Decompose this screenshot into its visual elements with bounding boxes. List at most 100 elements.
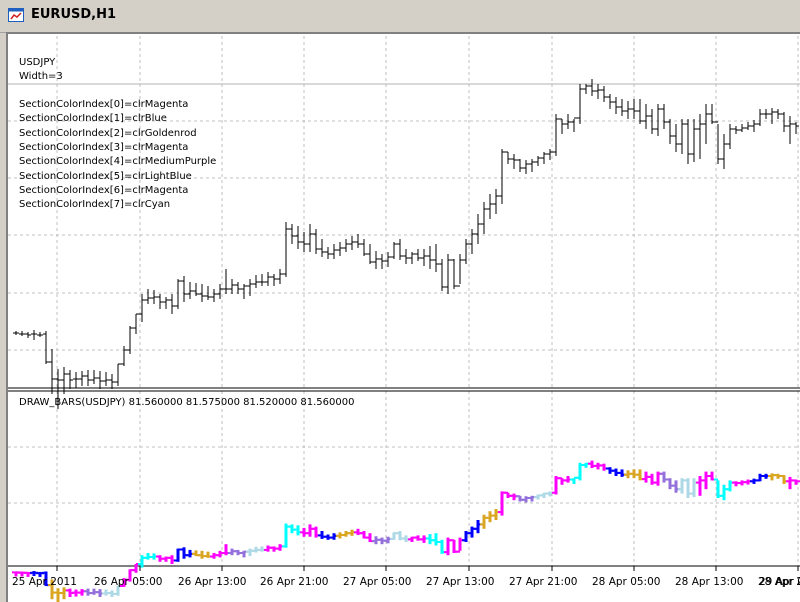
- color-bar: [198, 550, 206, 559]
- price-bar: [607, 94, 613, 109]
- price-bar: [373, 251, 379, 269]
- color-bar: [720, 484, 728, 501]
- price-bar: [211, 289, 217, 302]
- color-bar: [60, 587, 68, 600]
- price-bar: [361, 239, 367, 256]
- chart-area[interactable]: 25 Apr 2011 26 Apr 05:00 26 Apr 13:00 26 Ap…: [6, 32, 800, 602]
- price-bar: [709, 104, 715, 124]
- color-bar: [498, 491, 506, 516]
- price-bar: [61, 367, 67, 394]
- price-bar: [175, 279, 181, 309]
- color-bar: [276, 544, 284, 551]
- time-label-3: 26 Apr 21:00: [260, 576, 328, 588]
- price-bar: [673, 124, 679, 152]
- time-label-6: 27 Apr 21:00: [509, 576, 577, 588]
- section-color-7: SectionColorIndex[7]=clrCyan: [19, 199, 171, 211]
- price-bar: [109, 374, 115, 389]
- indicator-header: DRAW_BARS(USDJPY) 81.560000 81.575000 81…: [19, 397, 355, 408]
- color-bar: [600, 463, 608, 471]
- price-bar: [103, 372, 109, 386]
- price-bar: [577, 84, 583, 124]
- price-bar: [409, 252, 415, 264]
- time-label-1: 26 Apr 05:00: [94, 576, 162, 588]
- price-bar: [37, 332, 43, 337]
- price-bar: [541, 152, 547, 164]
- section-color-4: SectionColorIndex[4]=clrMediumPurple: [19, 156, 217, 168]
- color-bar: [486, 511, 494, 523]
- price-bar: [415, 249, 421, 261]
- price-bar: [265, 272, 271, 286]
- price-bar: [601, 86, 607, 102]
- color-bar: [558, 477, 566, 485]
- price-bar: [667, 119, 673, 144]
- price-bar: [481, 202, 487, 234]
- price-bar: [523, 160, 529, 174]
- price-bar: [337, 242, 343, 256]
- color-bar: [474, 520, 482, 534]
- color-bar: [690, 478, 698, 498]
- price-bar: [703, 104, 709, 144]
- price-bar: [169, 294, 175, 314]
- color-bar: [618, 469, 626, 477]
- price-bar: [259, 274, 265, 286]
- price-bar: [589, 79, 595, 96]
- price-bar: [313, 229, 319, 254]
- price-bar: [685, 119, 691, 164]
- price-bar: [43, 331, 49, 364]
- price-bar: [517, 159, 523, 172]
- color-bar: [78, 589, 86, 596]
- color-bar: [792, 479, 800, 485]
- color-bar: [132, 563, 140, 573]
- price-bar: [643, 104, 649, 129]
- section-color-1: SectionColorIndex[1]=clrBlue: [19, 113, 167, 125]
- color-bar: [588, 460, 596, 469]
- price-bar: [151, 290, 157, 304]
- price-bar: [91, 370, 97, 384]
- color-bar: [246, 548, 254, 557]
- price-bar: [67, 370, 73, 389]
- price-bar: [565, 114, 571, 129]
- color-bar: [780, 475, 788, 484]
- price-bar: [757, 109, 763, 126]
- symbol-label: USDJPY: [19, 57, 56, 68]
- time-label-7: 28 Apr 05:00: [592, 576, 660, 588]
- price-bar: [355, 234, 361, 248]
- section-color-5: SectionColorIndex[5]=clrLightBlue: [19, 170, 192, 182]
- section-color-2: SectionColorIndex[2]=clrGoldenrod: [19, 127, 197, 139]
- price-bar: [85, 370, 91, 386]
- price-bar: [691, 119, 697, 162]
- color-bar: [318, 531, 326, 539]
- price-bar: [613, 97, 619, 114]
- color-bar: [666, 478, 674, 490]
- price-bar: [505, 151, 511, 164]
- price-bar: [127, 326, 133, 354]
- price-bar: [535, 156, 541, 166]
- color-bar: [672, 480, 680, 493]
- price-bar: [325, 247, 331, 259]
- price-bar: [19, 331, 25, 336]
- price-bar: [235, 282, 241, 294]
- price-bar: [97, 371, 103, 389]
- color-bar: [696, 476, 704, 496]
- price-bar: [733, 126, 739, 134]
- price-bar: [121, 346, 127, 366]
- price-bar: [721, 134, 727, 169]
- price-bar: [331, 244, 337, 259]
- price-bar: [649, 109, 655, 134]
- price-bar: [145, 289, 151, 304]
- price-bar: [595, 84, 601, 99]
- price-bar: [343, 239, 349, 252]
- price-bar: [289, 224, 295, 244]
- window-title: EURUSD,H1: [31, 7, 117, 22]
- price-bar: [283, 222, 289, 277]
- color-bar: [786, 476, 794, 490]
- price-bar: [679, 119, 685, 154]
- color-bar: [384, 536, 392, 544]
- price-bar: [349, 236, 355, 250]
- price-bar: [637, 99, 643, 124]
- color-bar: [702, 471, 710, 490]
- color-bar: [660, 471, 668, 483]
- price-bar: [319, 239, 325, 257]
- price-bar: [727, 124, 733, 149]
- title-bar[interactable]: EURUSD,H1: [0, 0, 800, 33]
